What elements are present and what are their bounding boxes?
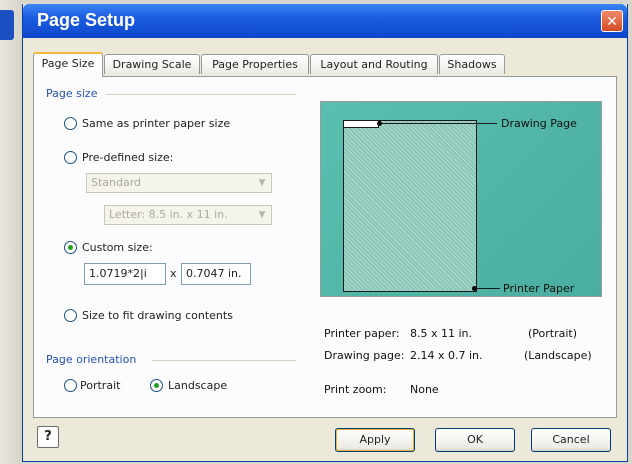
printer-paper-caption: Printer Paper [503, 282, 575, 295]
tab-drawing-scale[interactable]: Drawing Scale [104, 54, 200, 74]
drawing-page-orientation: (Landscape) [524, 349, 592, 362]
tab-label: Drawing Scale [112, 58, 192, 71]
chevron-down-icon: ▼ [258, 178, 266, 188]
cancel-button[interactable]: Cancel [531, 428, 611, 452]
predefined-size-label: Pre-defined size: [82, 151, 174, 164]
leader-line [476, 288, 500, 289]
portrait-label: Portrait [80, 379, 121, 392]
custom-height-field[interactable]: 0.7047 in. [181, 263, 251, 285]
printer-paper-orientation: (Portrait) [528, 327, 578, 340]
tab-label: Page Properties [212, 58, 298, 71]
dialog-title: Page Setup [37, 10, 136, 30]
close-icon: ✕ [606, 14, 618, 30]
help-button[interactable]: ? [37, 426, 59, 448]
print-zoom-value: None [410, 383, 439, 396]
tab-layout-and-routing[interactable]: Layout and Routing [310, 54, 438, 74]
drawing-page-value: 2.14 x 0.7 in. [410, 349, 483, 362]
printer-paper-label: Printer paper: [324, 327, 400, 340]
page-setup-dialog: Page Setup ✕ Page Size Drawing Scale Pag… [22, 4, 628, 462]
printer-paper-preview [343, 120, 477, 292]
page-size-panel: Page size Same as printer paper size Pre… [33, 76, 617, 418]
tab-page-properties[interactable]: Page Properties [201, 54, 309, 74]
page-size-group-label: Page size [46, 87, 98, 100]
custom-width-field[interactable]: 1.0719*2|i [84, 263, 166, 285]
tab-page-size[interactable]: Page Size [33, 52, 103, 77]
same-as-printer-label: Same as printer paper size [82, 117, 231, 130]
same-as-printer-radio[interactable] [64, 117, 77, 130]
apply-button[interactable]: Apply [335, 428, 415, 452]
landscape-radio[interactable] [150, 379, 163, 392]
tab-shadows[interactable]: Shadows [439, 54, 505, 74]
predefined-type-select[interactable]: Standard ▼ [86, 173, 272, 193]
custom-size-label: Custom size: [82, 241, 153, 254]
background-window-strip [0, 0, 22, 464]
orientation-group-label: Page orientation [46, 353, 137, 366]
drawing-page-preview [343, 120, 379, 128]
help-icon: ? [44, 429, 52, 444]
custom-size-radio[interactable] [64, 241, 77, 254]
leader-line [381, 123, 497, 124]
predefined-size-select[interactable]: Letter: 8.5 in. x 11 in. ▼ [104, 205, 272, 225]
print-zoom-label: Print zoom: [324, 383, 387, 396]
fit-to-contents-radio[interactable] [64, 309, 77, 322]
close-button[interactable]: ✕ [601, 10, 623, 32]
background-window-edge [0, 10, 14, 40]
times-sign: x [170, 267, 177, 280]
chevron-down-icon: ▼ [258, 210, 266, 220]
group-divider [152, 360, 296, 361]
ok-button[interactable]: OK [435, 428, 515, 452]
select-value: Standard [91, 176, 142, 189]
page-preview: Drawing Page Printer Paper [320, 101, 602, 297]
tab-label: Page Size [41, 57, 95, 70]
drawing-page-label: Drawing page: [324, 349, 405, 362]
printer-paper-value: 8.5 x 11 in. [410, 327, 473, 340]
landscape-label: Landscape [168, 379, 228, 392]
drawing-page-caption: Drawing Page [501, 117, 577, 130]
portrait-radio[interactable] [64, 379, 77, 392]
fit-to-contents-label: Size to fit drawing contents [82, 309, 233, 322]
tab-label: Layout and Routing [320, 58, 428, 71]
select-value: Letter: 8.5 in. x 11 in. [109, 208, 228, 221]
title-bar[interactable]: Page Setup ✕ [23, 4, 627, 38]
tab-label: Shadows [447, 58, 497, 71]
predefined-size-radio[interactable] [64, 151, 77, 164]
group-divider [106, 94, 296, 95]
